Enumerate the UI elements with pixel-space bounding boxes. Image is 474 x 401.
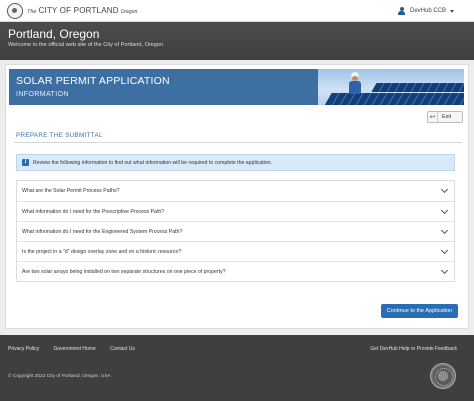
exit-button[interactable]: ↩ Exit [427,111,463,123]
chevron-down-icon [440,206,449,215]
user-menu[interactable]: DevHub CCB [397,5,455,17]
site-header: Portland, Oregon Welcome to the official… [0,22,474,60]
accordion-item[interactable]: What are the Solar Permit Process Paths? [17,181,454,201]
help-feedback-link[interactable]: Get DevHub Help or Provide Feedback [370,346,457,352]
privacy-policy-link[interactable]: Privacy Policy [8,346,39,352]
accordion-question: What information do I need for the Presc… [22,209,165,215]
site-title: Portland, Oregon [8,27,100,41]
accordion-item[interactable]: Is the project in a "d" design overlay z… [17,241,454,261]
city-seal-logo-icon[interactable] [7,3,23,19]
accordion-item[interactable]: What information do I need for the Presc… [17,201,454,221]
accordion-question: What information do I need for the Engin… [22,229,183,235]
main-card: SOLAR PERMIT APPLICATION INFORMATION ↩ E… [5,64,469,329]
info-text: Review the following information to find… [33,160,273,166]
solar-installer-photo [318,69,464,105]
section-title: PREPARE THE SUBMITTAL [16,132,103,139]
info-alert: i Review the following information to fi… [16,154,455,171]
chevron-down-icon [440,226,449,235]
site-brand[interactable]: The CITY OF PORTLAND Oregon [27,6,137,15]
chevron-down-icon [440,246,449,255]
city-seal-icon [430,363,456,389]
brand-state: Oregon [120,9,138,15]
site-subtitle: Welcome to the official web site of the … [8,42,164,48]
accordion-item[interactable]: What information do I need for the Engin… [17,221,454,241]
accordion-question: What are the Solar Permit Process Paths? [22,188,120,194]
accordion-question: Are two solar arrays being installed on … [22,269,226,275]
page-subtitle: INFORMATION [16,91,69,98]
top-bar: The CITY OF PORTLAND Oregon DevHub CCB [0,0,474,22]
section-divider [14,142,462,143]
user-icon [397,6,406,16]
exit-arrow-icon: ↩ [428,112,438,122]
accordion-item[interactable]: Are two solar arrays being installed on … [17,261,454,281]
continue-to-application-button[interactable]: Continue to the Application [381,304,458,318]
site-footer: Privacy Policy Government Home Contact U… [0,335,474,401]
page-title: SOLAR PERMIT APPLICATION [16,75,170,87]
info-icon: i [22,159,29,166]
installer-figure [348,72,362,94]
contact-us-link[interactable]: Contact Us [110,346,135,352]
chevron-down-icon [450,9,455,13]
chevron-down-icon [440,266,449,275]
exit-label: Exit [442,114,452,120]
brand-city: CITY OF PORTLAND [38,6,119,15]
government-home-link[interactable]: Government Home [54,346,96,352]
footer-links: Privacy Policy Government Home Contact U… [8,346,148,352]
page-banner: SOLAR PERMIT APPLICATION INFORMATION [9,69,464,105]
chevron-down-icon [440,185,449,194]
faq-accordion: What are the Solar Permit Process Paths?… [16,180,455,282]
brand-the: The [27,9,37,15]
accordion-question: Is the project in a "d" design overlay z… [22,249,182,255]
user-name: DevHub CCB [410,8,447,14]
copyright-text: © Copyright 2022 City of Portland, Orego… [8,374,111,379]
